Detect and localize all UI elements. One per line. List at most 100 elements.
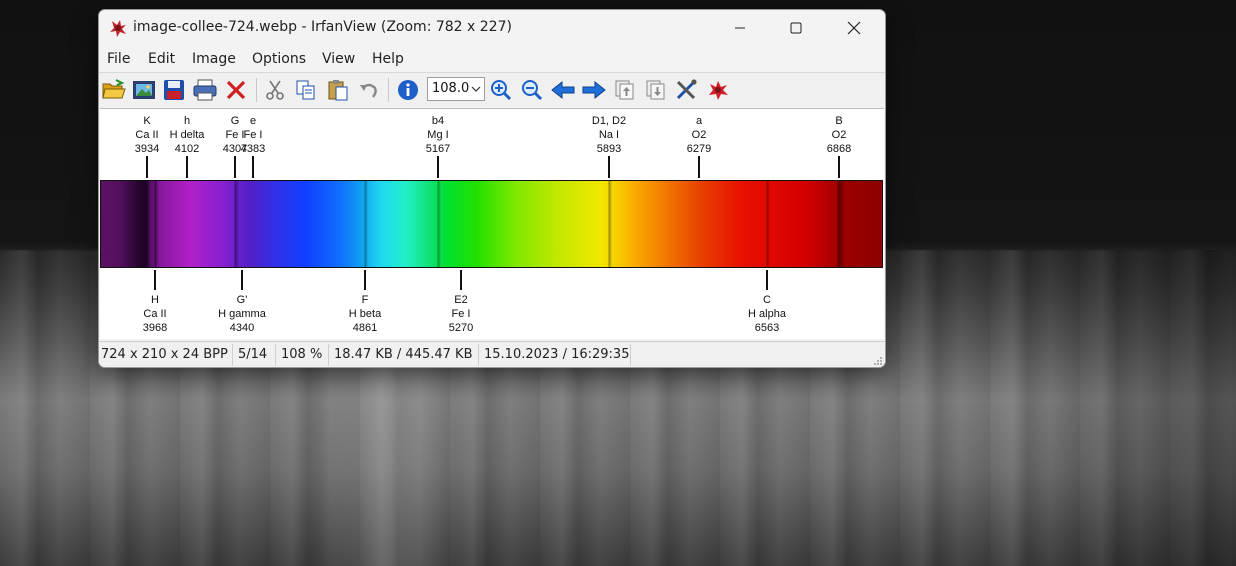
status-dimensions: 724 x 210 x 24 BPP [101, 347, 228, 362]
settings-icon [676, 79, 697, 100]
spectral-line-element: H beta [348, 308, 382, 320]
print-icon [193, 79, 217, 101]
spectral-line-tick [608, 156, 610, 178]
open-folder-icon [102, 79, 126, 99]
copy-icon [296, 80, 315, 100]
minimize-button[interactable] [711, 10, 769, 46]
spectral-line-wavelength: 5270 [448, 322, 474, 334]
spectral-line-tick [234, 156, 236, 178]
spectral-line-tick [252, 156, 254, 178]
delete-icon [226, 80, 246, 100]
spectral-line-tick [838, 156, 840, 178]
spectral-line-wavelength: 6868 [826, 143, 852, 155]
spectral-line-wavelength: 5167 [425, 143, 451, 155]
irfanview-icon [709, 81, 728, 100]
spectral-line-letter: F [361, 294, 369, 306]
spectral-line-wavelength: 6563 [754, 322, 780, 334]
spectral-line-element: Mg I [427, 129, 449, 141]
menu-file[interactable]: File [107, 51, 130, 67]
page-up-icon [615, 80, 634, 100]
previous-icon [551, 80, 575, 100]
spectral-line-element: H alpha [748, 308, 786, 320]
print-button[interactable] [192, 77, 218, 103]
spectral-line-letter: B [835, 115, 843, 127]
info-button[interactable] [395, 77, 421, 103]
image-canvas[interactable]: K Ca II 3934 h H delta 4102 G Fe I 4307 e Fe I 4383… [100, 108, 884, 339]
spectral-line-element: Fe I [451, 308, 471, 320]
page-down-button[interactable] [643, 77, 669, 103]
zoom-out-button[interactable] [519, 77, 545, 103]
maximize-button[interactable] [767, 10, 825, 46]
page-up-button[interactable] [612, 77, 638, 103]
irfanview-window: image-collee-724.webp - IrfanView (Zoom:… [98, 9, 886, 368]
spectral-line-letter: G' [236, 294, 248, 306]
resize-grip-icon[interactable] [873, 356, 883, 366]
undo-button[interactable] [356, 77, 382, 103]
save-icon [164, 80, 184, 100]
menu-help[interactable]: Help [372, 51, 404, 67]
status-datetime: 15.10.2023 / 16:29:35 [484, 347, 630, 362]
spectral-line-tick [186, 156, 188, 178]
minimize-icon [735, 27, 745, 29]
save-button[interactable] [161, 77, 187, 103]
paste-button[interactable] [325, 77, 351, 103]
spectral-line-wavelength: 4340 [229, 322, 255, 334]
next-button[interactable] [581, 77, 607, 103]
spectral-line-element: H gamma [218, 308, 266, 320]
close-icon [847, 21, 861, 35]
cut-button[interactable] [262, 77, 288, 103]
spectral-line-tick [766, 270, 768, 290]
spectral-line-letter: E2 [454, 294, 468, 306]
title-bar[interactable]: image-collee-724.webp - IrfanView (Zoom:… [99, 10, 885, 46]
delete-button[interactable] [223, 77, 249, 103]
spectral-line-wavelength: 5893 [596, 143, 622, 155]
status-zoom: 108 % [281, 347, 323, 362]
spectrum-image [100, 180, 883, 268]
chevron-down-icon [471, 86, 481, 92]
spectral-line-tick [437, 156, 439, 178]
window-title: image-collee-724.webp - IrfanView (Zoom:… [133, 19, 512, 35]
spectral-line-letter: a [695, 115, 703, 127]
cut-icon [266, 80, 284, 100]
spectral-line-element: O2 [691, 129, 707, 141]
zoom-value: 108.0 [432, 81, 470, 96]
menu-image[interactable]: Image [192, 51, 236, 67]
next-icon [582, 80, 606, 100]
spectral-line-tick [146, 156, 148, 178]
spectral-line-letter: D1, D2 [591, 115, 627, 127]
slideshow-button[interactable] [131, 77, 157, 103]
spectral-line-wavelength: 4861 [352, 322, 378, 334]
open-button[interactable] [101, 77, 127, 103]
status-separator [275, 344, 276, 366]
spectral-line-element: Fe I [243, 129, 263, 141]
menu-bar: File Edit Image Options View Help [99, 48, 885, 72]
spectral-line-tick [364, 270, 366, 290]
toolbar: 108.0 [99, 72, 885, 107]
spectral-line-letter: e [249, 115, 257, 127]
close-button[interactable] [825, 10, 883, 46]
zoom-in-button[interactable] [488, 77, 514, 103]
paste-icon [328, 80, 348, 101]
status-file-size: 18.47 KB / 445.47 KB [334, 347, 473, 362]
menu-options[interactable]: Options [252, 51, 306, 67]
settings-button[interactable] [674, 77, 700, 103]
zoom-select[interactable]: 108.0 [427, 77, 485, 101]
spectral-line-wavelength: 4383 [240, 143, 266, 155]
status-index: 5/14 [238, 347, 268, 362]
toolbar-separator [256, 78, 257, 102]
spectral-line-letter: b4 [431, 115, 445, 127]
spectral-line-tick [460, 270, 462, 290]
spectral-line-tick [698, 156, 700, 178]
maximize-icon [790, 22, 802, 34]
menu-edit[interactable]: Edit [148, 51, 175, 67]
irfanview-button[interactable] [705, 77, 731, 103]
spectral-line-wavelength: 6279 [686, 143, 712, 155]
info-icon [398, 80, 418, 100]
copy-button[interactable] [293, 77, 319, 103]
previous-button[interactable] [550, 77, 576, 103]
menu-view[interactable]: View [322, 51, 355, 67]
status-separator [232, 344, 233, 366]
zoom-out-icon [522, 80, 543, 101]
toolbar-separator [388, 78, 389, 102]
status-separator [630, 344, 631, 366]
